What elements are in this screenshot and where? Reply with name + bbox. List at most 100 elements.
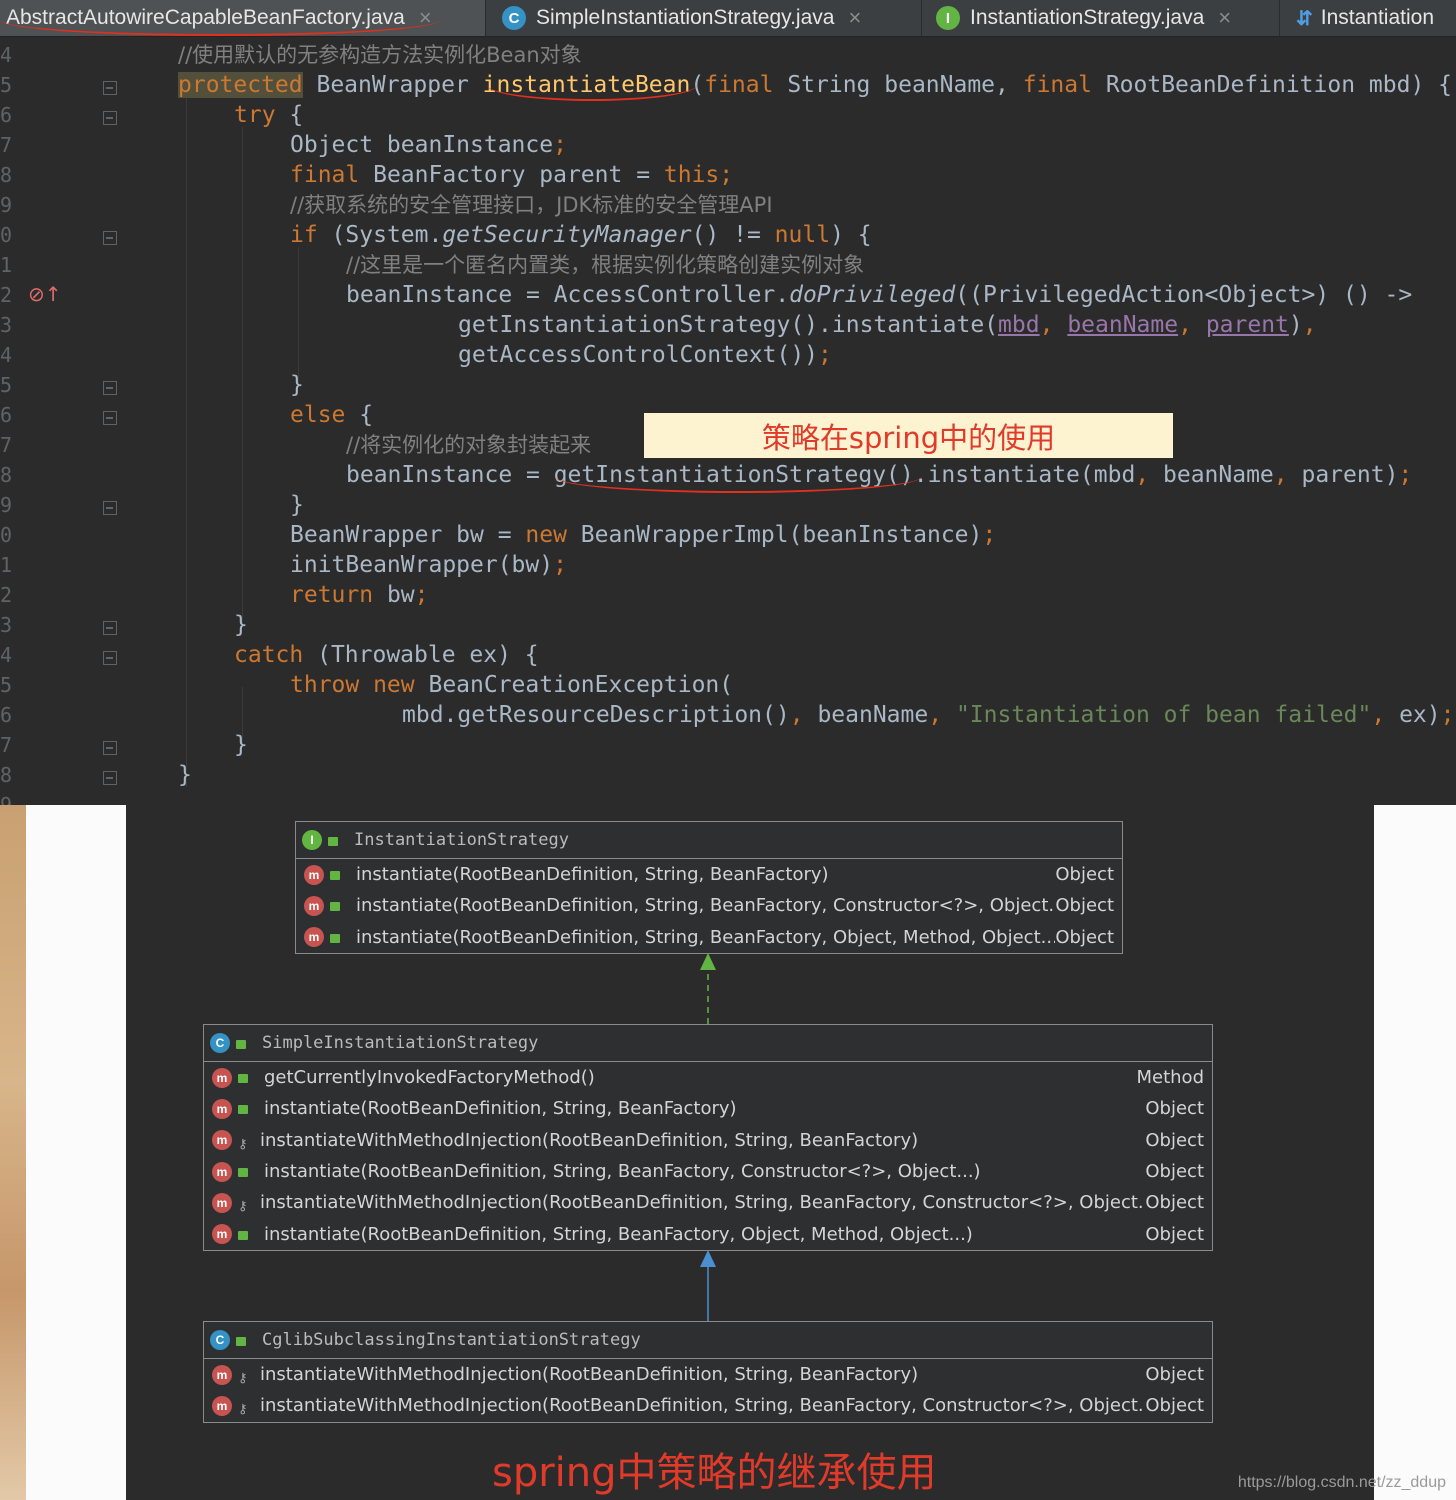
- line-number: 0: [0, 223, 13, 247]
- code-line: }: [234, 732, 248, 758]
- class-icon: C: [502, 6, 526, 30]
- line-number: 3: [0, 313, 13, 337]
- method-row[interactable]: m ⚷ instantiateWithMethodInjection(RootBea…: [204, 1187, 1212, 1218]
- red-underline-tab: [0, 4, 440, 36]
- code-line: getAccessControlContext());: [458, 342, 832, 368]
- code-line: //获取系统的安全管理接口，JDK标准的安全管理API: [290, 193, 773, 217]
- fold-icon[interactable]: [103, 111, 117, 125]
- tab-instantiation-strategy[interactable]: I InstantiationStrategy.java ×: [930, 0, 1280, 36]
- code-line: return bw;: [290, 582, 429, 608]
- fold-icon[interactable]: [103, 651, 117, 665]
- method-return-type: Object: [1145, 1098, 1204, 1120]
- line-number: 7: [0, 433, 13, 457]
- public-access-icon: [330, 933, 340, 943]
- code-line: final BeanFactory parent = this;: [290, 162, 734, 188]
- public-access-icon: [238, 1168, 248, 1178]
- uml-diagram-canvas[interactable]: I InstantiationStrategy m instantiate(Roo…: [126, 805, 1374, 1500]
- method-return-type: Method: [1136, 1067, 1204, 1089]
- class-name: InstantiationStrategy: [354, 830, 569, 850]
- method-return-type: Object: [1055, 864, 1114, 886]
- tab-instantiation-more[interactable]: ⇵ Instantiation: [1290, 0, 1456, 36]
- code-line: //将实例化的对象封装起来: [346, 433, 592, 457]
- method-return-type: Object: [1055, 895, 1114, 917]
- line-number: 9: [0, 793, 13, 805]
- method-icon: m: [212, 1098, 232, 1119]
- implements-arrowhead: [700, 953, 716, 970]
- method-signature: instantiateWithMethodInjection(RootBeanD…: [260, 1364, 919, 1386]
- class-box-cglib-instantiation-strategy[interactable]: C CglibSubclassingInstantiationStrategy …: [203, 1321, 1213, 1423]
- method-signature: instantiate(RootBeanDefinition, String, …: [264, 1161, 981, 1183]
- method-row[interactable]: m ⚷ instantiateWithMethodInjection(RootBea…: [204, 1390, 1212, 1421]
- method-list: m ⚷ instantiateWithMethodInjection(RootBea…: [204, 1359, 1212, 1422]
- interface-icon: I: [302, 830, 322, 850]
- method-row[interactable]: m instantiate(RootBeanDefinition, String,…: [296, 922, 1122, 953]
- close-icon[interactable]: ×: [848, 5, 861, 31]
- class-box-simple-instantiation-strategy[interactable]: C SimpleInstantiationStrategy m getCurren…: [203, 1024, 1213, 1251]
- line-number: 3: [0, 613, 13, 637]
- public-access-icon: [328, 836, 338, 846]
- code-line: }: [178, 762, 192, 788]
- line-number: 8: [0, 463, 13, 487]
- class-name: SimpleInstantiationStrategy: [262, 1033, 539, 1053]
- fold-icon[interactable]: [103, 231, 117, 245]
- public-access-icon: [238, 1074, 248, 1084]
- fold-icon[interactable]: [103, 411, 117, 425]
- protected-access-icon: ⚷: [238, 1371, 248, 1387]
- fold-icon[interactable]: [103, 621, 117, 635]
- extends-arrowhead: [700, 1250, 716, 1267]
- fold-icon[interactable]: [103, 501, 117, 515]
- class-header: C CglibSubclassingInstantiationStrategy: [204, 1322, 1212, 1359]
- override-marker-icon[interactable]: ⊘↑: [28, 282, 62, 306]
- method-icon: m: [304, 927, 324, 948]
- method-row[interactable]: m instantiate(RootBeanDefinition, String,…: [204, 1218, 1212, 1249]
- fold-icon[interactable]: [103, 81, 117, 95]
- line-number: 7: [0, 133, 13, 157]
- method-icon: m: [304, 864, 324, 885]
- method-return-type: Object: [1145, 1223, 1204, 1245]
- method-row[interactable]: m instantiate(RootBeanDefinition, String,…: [296, 890, 1122, 921]
- code-line: BeanWrapper bw = new BeanWrapperImpl(bea…: [290, 522, 997, 548]
- code-line: }: [234, 612, 248, 638]
- class-box-instantiation-strategy[interactable]: I InstantiationStrategy m instantiate(Roo…: [295, 821, 1123, 954]
- fold-icon[interactable]: [103, 771, 117, 785]
- method-row[interactable]: m instantiate(RootBeanDefinition, String,…: [204, 1156, 1212, 1187]
- protected-access-icon: ⚷: [238, 1199, 248, 1215]
- diagram-caption: spring中策略的继承使用: [492, 1450, 937, 1496]
- public-access-icon: [238, 1230, 248, 1240]
- code-editor[interactable]: 4 5 6 7 8 9 0 1 2 3 4 5 6 7 8 9 0 1 2 3 4 5 6 7 8 9 ⊘↑ //使用默认的无参构…: [0, 37, 1456, 805]
- line-number: 8: [0, 763, 13, 787]
- method-row[interactable]: m ⚷ instantiateWithMethodInjection(RootBea…: [204, 1359, 1212, 1390]
- method-icon: m: [212, 1130, 232, 1151]
- method-signature: instantiate(RootBeanDefinition, String, …: [356, 926, 1056, 948]
- indent-guide: [186, 97, 187, 787]
- method-signature: instantiate(RootBeanDefinition, String, …: [264, 1223, 973, 1245]
- public-access-icon: [330, 871, 340, 881]
- method-list: m getCurrentlyInvokedFactoryMethod() Metho…: [204, 1062, 1212, 1250]
- line-number: 2: [0, 583, 13, 607]
- method-row[interactable]: m instantiate(RootBeanDefinition, String,…: [204, 1093, 1212, 1124]
- fold-icon[interactable]: [103, 381, 117, 395]
- method-list: m instantiate(RootBeanDefinition, String,…: [296, 859, 1122, 953]
- tab-simple-instantiation-strategy[interactable]: C SimpleInstantiationStrategy.java ×: [496, 0, 922, 36]
- code-line: else {: [290, 402, 374, 428]
- class-icon: C: [210, 1330, 230, 1350]
- line-number: 4: [0, 643, 13, 667]
- code-line: }: [290, 372, 304, 398]
- close-icon[interactable]: ×: [1218, 5, 1231, 31]
- line-number: 9: [0, 193, 13, 217]
- line-number: 0: [0, 523, 13, 547]
- method-row[interactable]: m ⚷ instantiateWithMethodInjection(RootBea…: [204, 1125, 1212, 1156]
- method-signature: instantiateWithMethodInjection(RootBeanD…: [260, 1192, 1146, 1214]
- fold-icon[interactable]: [103, 741, 117, 755]
- method-signature: instantiateWithMethodInjection(RootBeanD…: [260, 1129, 919, 1151]
- method-row[interactable]: m instantiate(RootBeanDefinition, String,…: [296, 859, 1122, 890]
- method-return-type: Object: [1145, 1129, 1204, 1151]
- uml-section: I InstantiationStrategy m instantiate(Roo…: [0, 805, 1456, 1500]
- method-return-type: Object: [1145, 1364, 1204, 1386]
- class-header: C SimpleInstantiationStrategy: [204, 1025, 1212, 1062]
- method-signature: instantiate(RootBeanDefinition, String, …: [356, 895, 1056, 917]
- code-line: mbd.getResourceDescription(), beanName, …: [402, 702, 1455, 728]
- protected-access-icon: ⚷: [238, 1136, 248, 1152]
- line-number: 1: [0, 253, 13, 277]
- method-row[interactable]: m getCurrentlyInvokedFactoryMethod() Metho…: [204, 1062, 1212, 1093]
